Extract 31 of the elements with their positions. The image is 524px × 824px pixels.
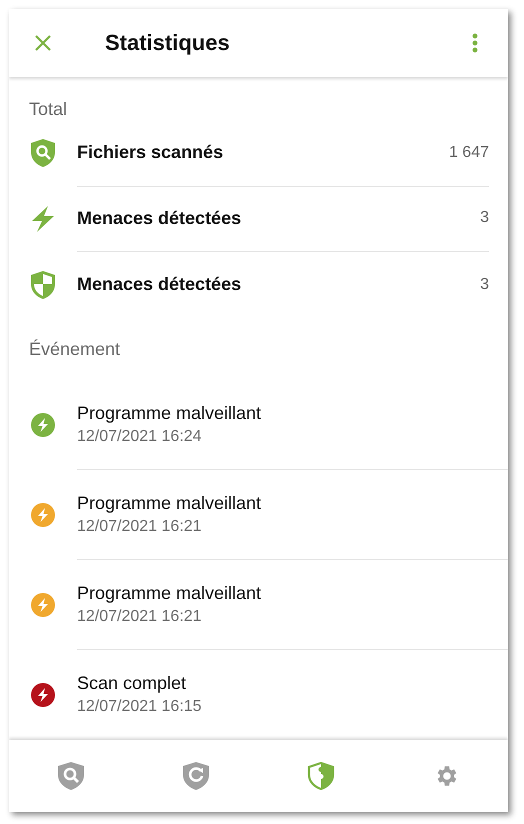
event-item[interactable]: Scan complet 12/07/2021 16:15: [9, 650, 508, 740]
event-title: Scan complet: [77, 673, 188, 694]
close-button[interactable]: [34, 34, 52, 52]
shield-puzzle-icon: [306, 761, 335, 791]
stat-value: 3: [480, 276, 489, 294]
close-icon: [34, 34, 52, 52]
shield-search-icon: [30, 138, 56, 168]
shield-refresh-icon: [182, 761, 210, 791]
event-time: 12/07/2021 16:21: [77, 518, 203, 536]
section-heading: Événement: [29, 338, 122, 360]
event-title: Programme malveillant: [77, 492, 262, 514]
lightning-icon: [30, 204, 56, 233]
event-item[interactable]: Programme malveillant 12/07/2021 16:24: [9, 380, 508, 470]
event-time: 12/07/2021 16:21: [77, 608, 203, 626]
stat-label: Menaces détectées: [77, 274, 242, 296]
screen-title: Statistiques: [105, 30, 230, 56]
event-time: 12/07/2021 16:15: [77, 698, 203, 716]
stat-label: Menaces détectées: [77, 208, 242, 229]
event-title: Programme malveillant: [77, 582, 262, 604]
section-heading: Total: [29, 99, 68, 120]
event-title: Programme malveillant: [77, 402, 262, 424]
event-item[interactable]: Programme malveillant 12/07/2021 16:21: [9, 470, 508, 560]
shield-search-icon: [57, 761, 86, 791]
event-time: 12/07/2021 16:24: [77, 428, 203, 446]
more-icon: [472, 33, 478, 53]
event-item[interactable]: Programme malveillant 12/07/2021 16:21: [9, 560, 508, 650]
more-button[interactable]: [472, 33, 478, 53]
stat-value: 1 647: [448, 144, 489, 162]
shield-icon: [30, 270, 56, 300]
stat-value: 3: [480, 209, 489, 228]
stat-label: Fichiers scannés: [77, 142, 224, 164]
